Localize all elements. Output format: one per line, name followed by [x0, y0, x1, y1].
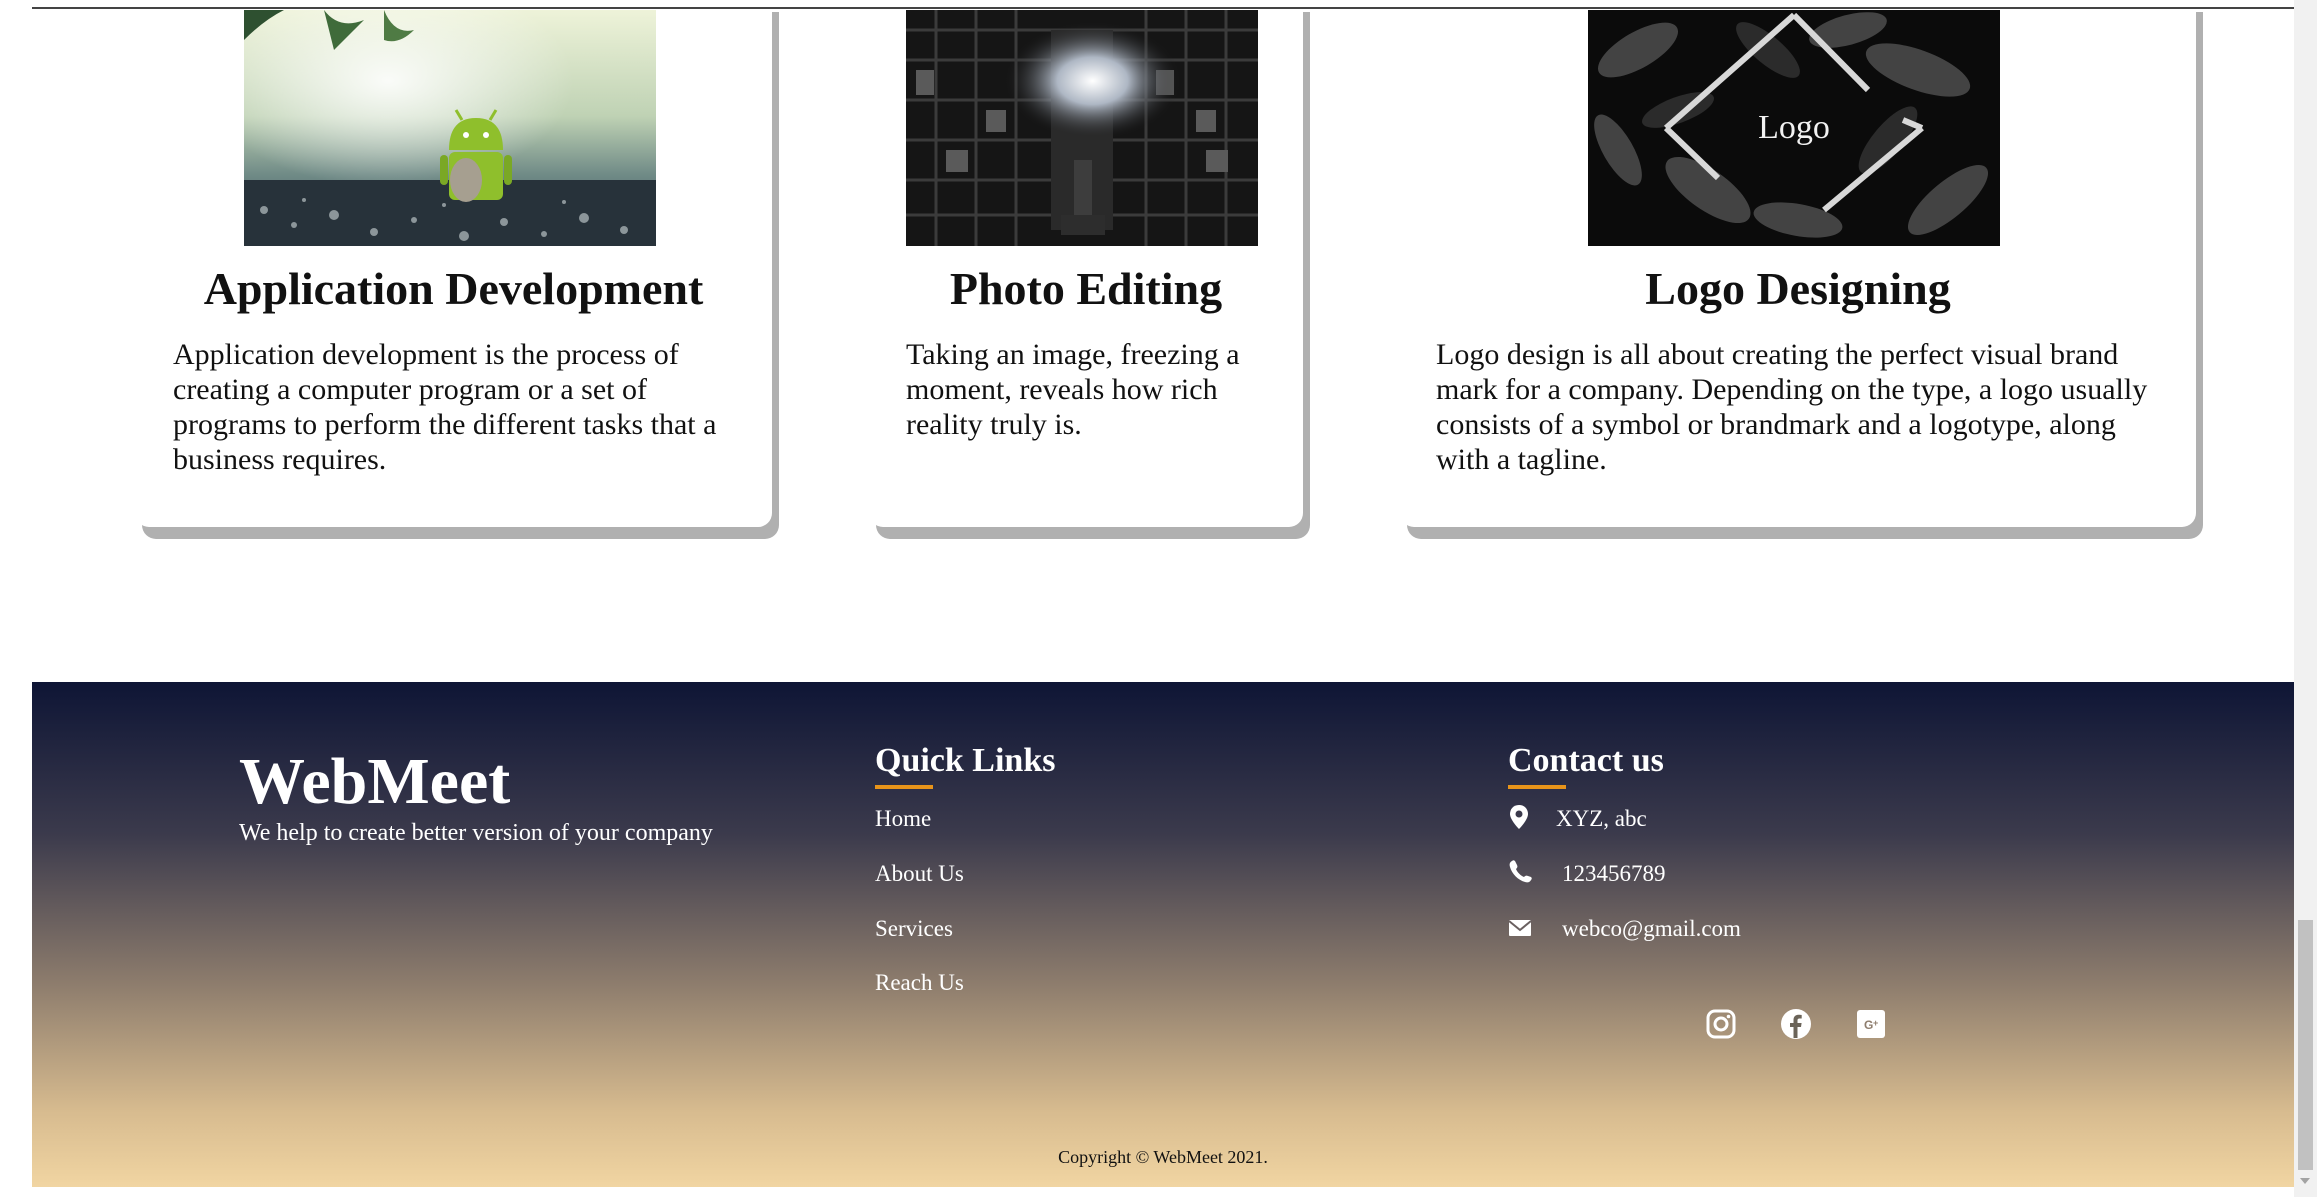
site-footer: WebMeet We help to create better version…	[32, 682, 2294, 1187]
footer-tagline: We help to create better version of your…	[239, 820, 713, 846]
quick-link-about-us[interactable]: About Us	[875, 861, 964, 887]
envelope-icon	[1508, 913, 1534, 943]
quick-link-home[interactable]: Home	[875, 806, 931, 832]
service-image-android	[244, 10, 656, 246]
service-card-photo-editing: Photo Editing Taking an image, freezing …	[869, 0, 1303, 527]
contact-heading: Contact us	[1508, 742, 1664, 779]
contact-phone: 123456789	[1562, 861, 1666, 886]
scroll-down-arrow-icon[interactable]	[2300, 1178, 2310, 1184]
footer-copyright: Copyright © WebMeet 2021.	[1058, 1147, 1268, 1167]
contact-underline	[1508, 785, 1566, 789]
top-divider	[32, 7, 2298, 9]
instagram-icon[interactable]	[1704, 1007, 1738, 1041]
service-description: Logo design is all about creating the pe…	[1436, 338, 2148, 476]
map-marker-icon	[1508, 803, 1534, 833]
service-image-temple	[906, 10, 1258, 246]
scrollbar-thumb[interactable]	[2298, 920, 2313, 1170]
contact-email: webco@gmail.com	[1562, 916, 1741, 941]
service-image-logo-leaves: Logo	[1588, 10, 2000, 246]
service-card-logo-designing: Logo Logo Designing Logo design is all a…	[1400, 0, 2196, 527]
quick-link-reach-us[interactable]: Reach Us	[875, 970, 964, 996]
quick-links-heading: Quick Links	[875, 742, 1056, 779]
service-description: Application development is the process o…	[173, 338, 717, 476]
footer-brand: WebMeet	[239, 745, 511, 818]
svg-text:G: G	[1864, 1018, 1873, 1032]
service-description: Taking an image, freezing a moment, reve…	[906, 338, 1240, 441]
page-viewport: Application Development Application deve…	[0, 0, 2317, 1197]
service-title: Photo Editing	[949, 263, 1223, 314]
vertical-scrollbar[interactable]	[2294, 0, 2317, 1197]
facebook-icon[interactable]	[1779, 1007, 1813, 1041]
svg-text:+: +	[1873, 1018, 1878, 1028]
service-title: Application Development	[203, 263, 704, 314]
svg-text:Logo: Logo	[1758, 109, 1830, 146]
phone-icon	[1508, 858, 1534, 888]
left-gutter	[0, 0, 32, 1197]
contact-address: XYZ, abc	[1556, 806, 1647, 831]
service-card-app-development: Application Development Application deve…	[135, 0, 772, 527]
google-plus-icon[interactable]: G +	[1854, 1007, 1888, 1041]
service-title: Logo Designing	[1645, 263, 1951, 314]
quick-link-services[interactable]: Services	[875, 916, 953, 942]
quick-links-underline	[875, 785, 933, 789]
